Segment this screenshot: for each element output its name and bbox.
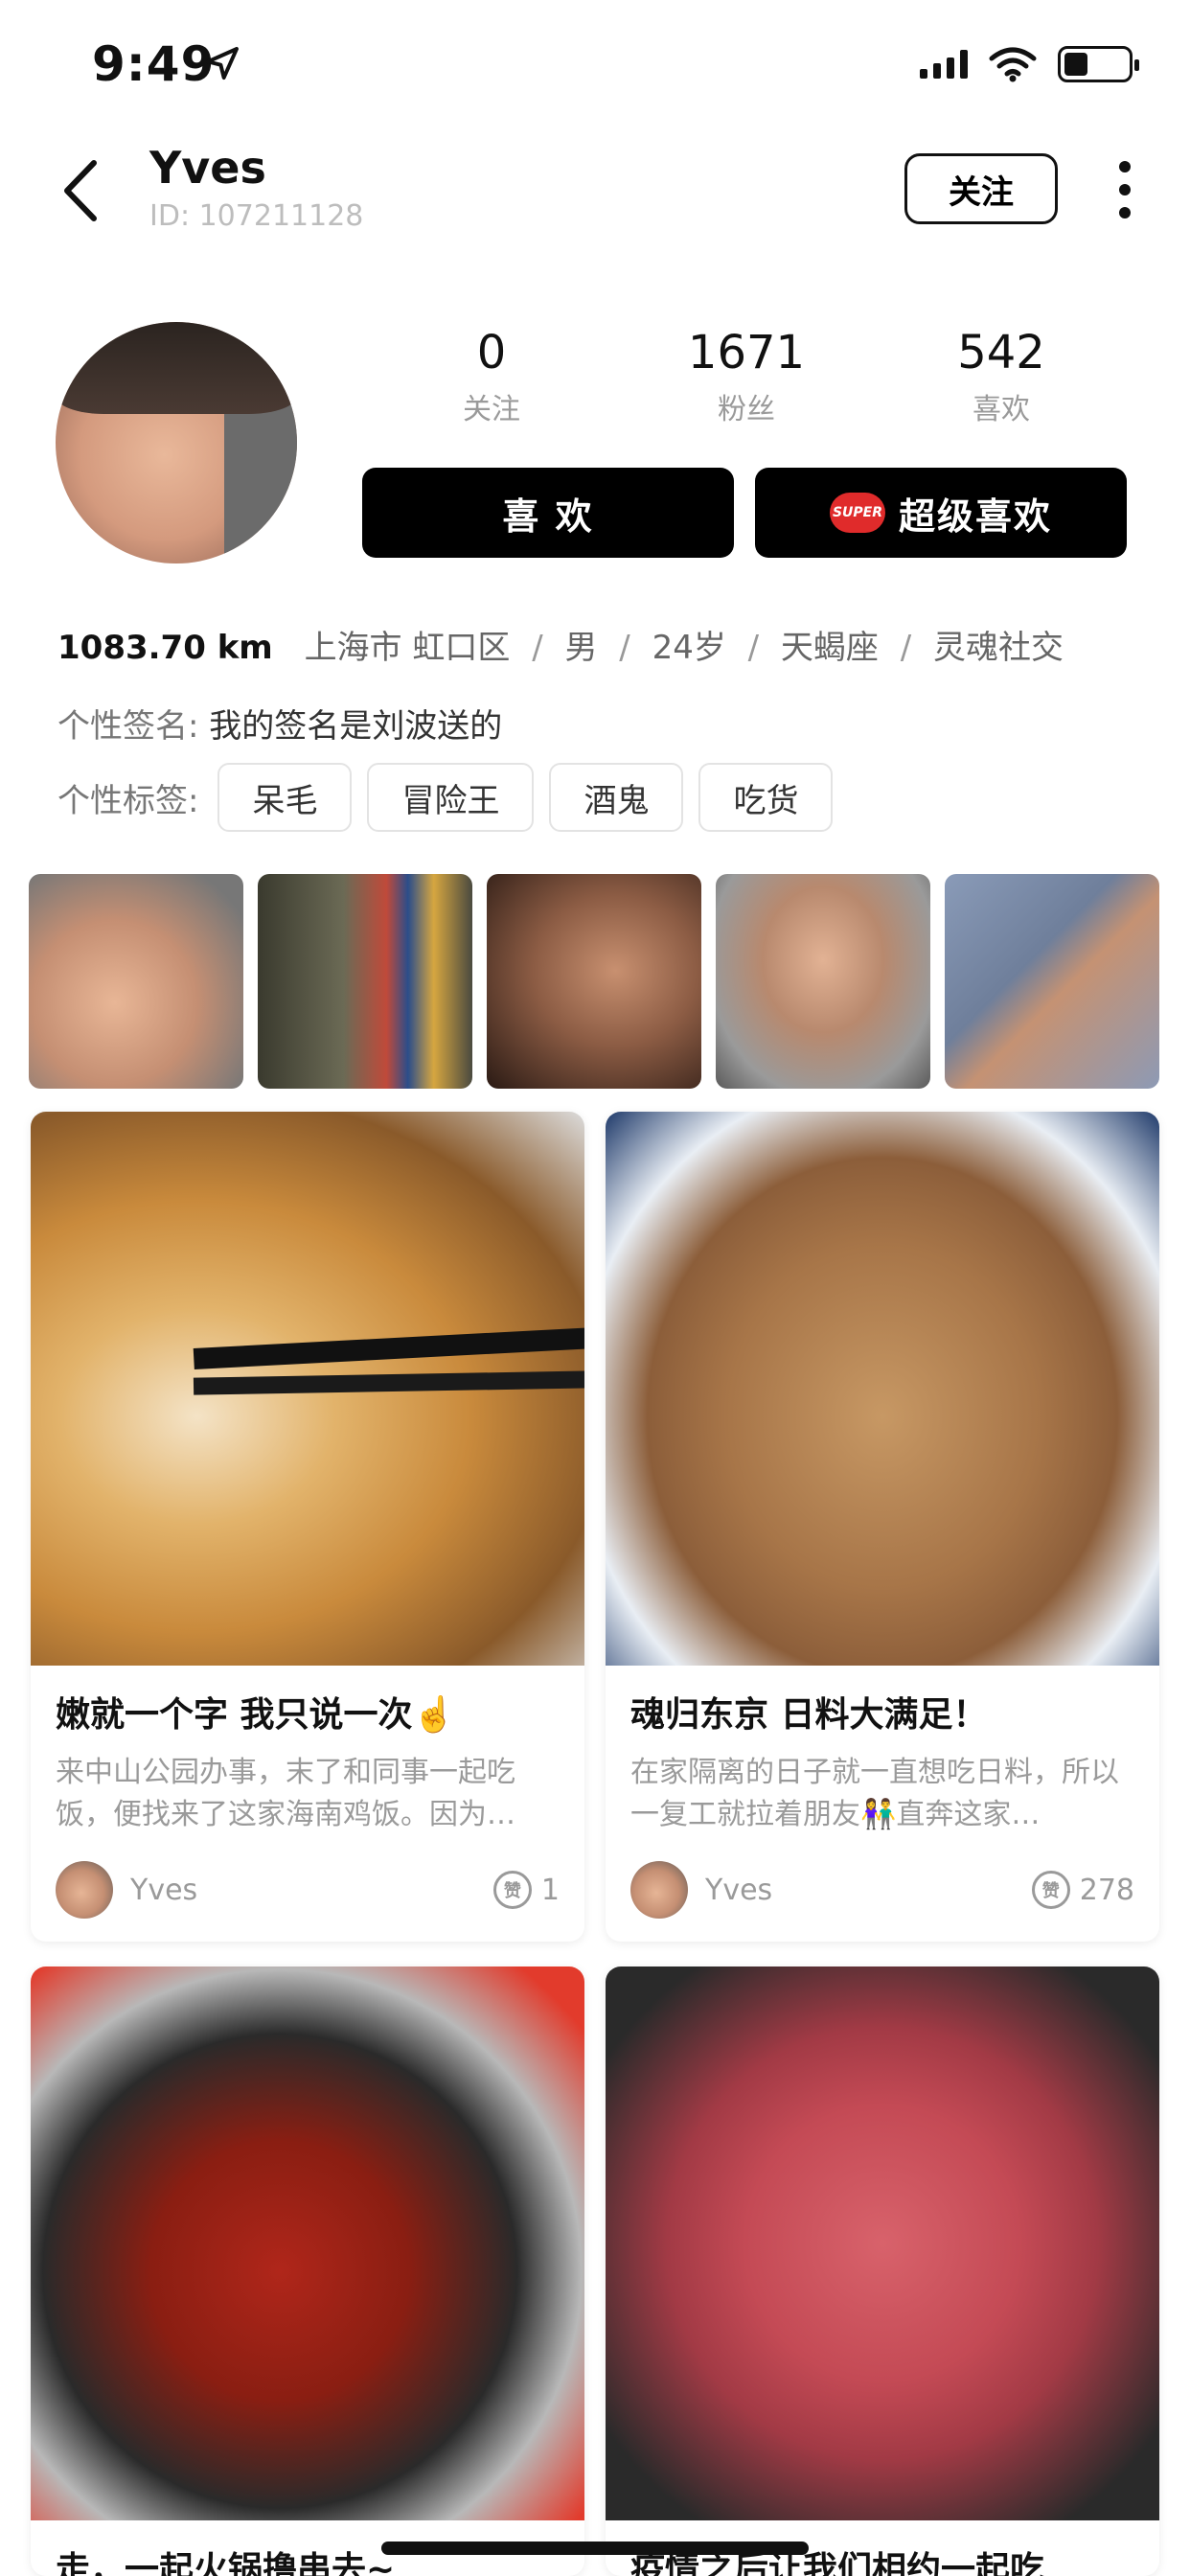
like-button[interactable]: 喜 欢 [362, 468, 734, 558]
signature-text: 我的签名是刘波送的 [209, 707, 503, 746]
tag-chip[interactable]: 吃货 [698, 763, 834, 832]
stat-likes[interactable]: 542 喜欢 [874, 326, 1129, 427]
post-author: Yves [705, 1873, 773, 1907]
post-image[interactable] [606, 1112, 1159, 1666]
post-author: Yves [130, 1873, 198, 1907]
profile-photo[interactable] [258, 874, 472, 1089]
author-avatar[interactable] [56, 1861, 113, 1919]
info-separator: / [532, 629, 543, 667]
like-button-label: 喜 欢 [502, 494, 594, 538]
wifi-icon [989, 47, 1037, 82]
info-separator: / [900, 629, 912, 667]
info-zodiac: 天蝎座 [780, 629, 879, 667]
info-location: 上海市 虹口区 [304, 629, 511, 667]
battery-icon [1058, 46, 1139, 82]
stat-value: 1671 [687, 326, 806, 380]
post-card[interactable]: 魂归东京 日料大满足！ 在家隔离的日子就一直想吃日料，所以一复工就拉着朋友👫直奔… [606, 1112, 1159, 1942]
location-arrow-icon [206, 47, 239, 80]
super-like-button[interactable]: SUPER 超级喜欢 [755, 468, 1127, 558]
tag-chip[interactable]: 酒鬼 [549, 763, 684, 832]
post-title: 嫩就一个字 我只说一次☝️ [56, 1695, 456, 1735]
profile-photo[interactable] [29, 874, 243, 1089]
stat-label: 关注 [463, 393, 520, 426]
like-count: 278 [1079, 1873, 1134, 1907]
post-image[interactable] [31, 1112, 584, 1666]
post-title: 魂归东京 日料大满足！ [630, 1695, 988, 1735]
user-id: ID: 107211128 [149, 199, 364, 233]
info-gender: 男 [564, 629, 598, 667]
stat-label: 粉丝 [718, 393, 775, 426]
super-heart-icon: SUPER [829, 493, 885, 533]
info-purpose: 灵魂社交 [933, 629, 1064, 667]
profile-info-line: 1083.70 km 上海市 虹口区 / 男 / 24岁 / 天蝎座 / 灵魂社… [57, 621, 1064, 668]
info-separator: / [619, 629, 630, 667]
author-avatar[interactable] [630, 1861, 688, 1919]
status-icons [920, 46, 1139, 82]
more-options-icon[interactable] [1111, 161, 1138, 218]
tags-label: 个性标签: [57, 781, 199, 820]
super-like-label: 超级喜欢 [898, 494, 1052, 538]
tag-chip[interactable]: 冒险王 [367, 763, 535, 832]
post-card[interactable]: 疫情之后让我们相约一起吃 [606, 1966, 1159, 2576]
post-title: 走，一起火锅撸串去~ [56, 2550, 396, 2576]
info-age: 24岁 [652, 629, 726, 667]
photo-strip [29, 874, 1161, 1089]
distance: 1083.70 km [57, 629, 273, 667]
profile-photo[interactable] [945, 874, 1159, 1089]
user-name: Yves [149, 142, 266, 194]
status-time: 9:49 [92, 36, 216, 92]
tags-row: 个性标签: 呆毛 冒险王 酒鬼 吃货 [57, 763, 848, 832]
post-description: 在家隔离的日子就一直想吃日料，所以一复工就拉着朋友👫直奔这家… [630, 1756, 1119, 1831]
profile-photo[interactable] [487, 874, 701, 1089]
like-count: 1 [540, 1873, 560, 1907]
info-separator: / [747, 629, 760, 667]
stat-value: 542 [957, 326, 1045, 380]
like-icon[interactable]: 赞 [492, 1871, 532, 1909]
cellular-signal-icon [920, 50, 968, 79]
profile-stats: 0 关注 1671 粉丝 542 喜欢 [364, 326, 1131, 427]
post-image[interactable] [606, 1966, 1159, 2520]
stat-value: 0 [476, 326, 507, 380]
post-card[interactable]: 嫩就一个字 我只说一次☝️ 来中山公园办事，末了和同事一起吃饭，便找来了这家海南… [31, 1112, 584, 1942]
follow-button[interactable]: 关注 [904, 153, 1058, 224]
profile-avatar[interactable] [56, 322, 297, 564]
home-indicator[interactable] [381, 2542, 809, 2555]
post-image[interactable] [31, 1966, 584, 2520]
stat-label: 喜欢 [973, 393, 1030, 426]
signature-label: 个性签名: [57, 707, 199, 746]
signature-row: 个性签名: 我的签名是刘波送的 [57, 700, 502, 747]
status-bar: 9:49 [0, 0, 1190, 126]
post-card[interactable]: 走，一起火锅撸串去~ [31, 1966, 584, 2576]
profile-photo[interactable] [716, 874, 930, 1089]
profile-header: Yves ID: 107211128 关注 [0, 134, 1190, 249]
back-icon[interactable] [57, 157, 105, 224]
tag-chip[interactable]: 呆毛 [217, 763, 353, 832]
post-description: 来中山公园办事，末了和同事一起吃饭，便找来了这家海南鸡饭。因为… [56, 1756, 515, 1831]
stat-followers[interactable]: 1671 粉丝 [619, 326, 874, 427]
like-icon[interactable]: 赞 [1031, 1871, 1070, 1909]
stat-following[interactable]: 0 关注 [364, 326, 619, 427]
